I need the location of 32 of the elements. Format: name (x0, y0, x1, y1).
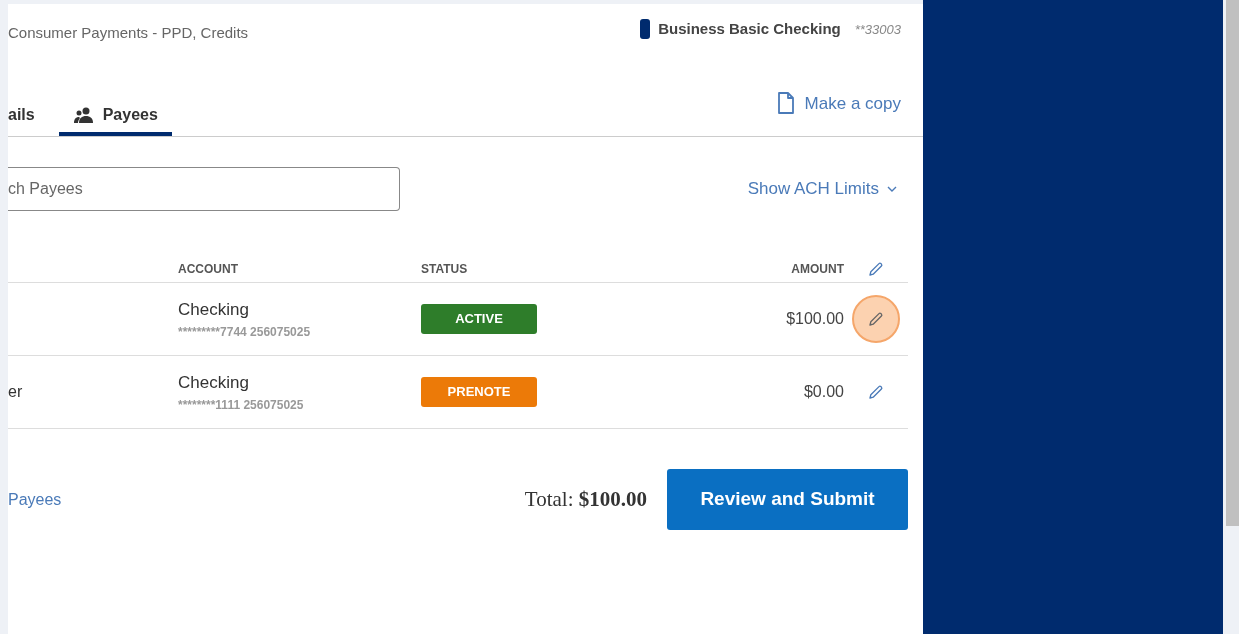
people-icon (72, 107, 95, 123)
status-badge: ACTIVE (421, 304, 537, 334)
column-header: AMOUNT (790, 260, 844, 278)
payee-name: er (8, 383, 23, 400)
template-subtitle: Consumer Payments - PPD, Credits (8, 23, 249, 43)
column-header: STATUS (421, 260, 469, 278)
search-field[interactable]: ch Payees (8, 167, 400, 211)
scrollbar-thumb[interactable] (1226, 0, 1239, 526)
account-number: ********1111 256075025 (178, 396, 305, 414)
edit-button[interactable] (852, 295, 900, 343)
document-icon (776, 92, 795, 115)
payees-link[interactable]: Payees (8, 487, 62, 512)
review-and-submit-button[interactable]: Review and Submit (667, 469, 908, 530)
account-type: Checking (178, 372, 250, 395)
pencil-icon (868, 311, 884, 327)
account-color-marker (640, 19, 651, 40)
status-badge: PRENOTE (421, 377, 537, 407)
edit-all-icon (868, 260, 884, 277)
tab[interactable]: Payees (58, 98, 172, 136)
pencil-icon (868, 384, 884, 400)
chevron-down-icon (887, 185, 897, 193)
column-header: ACCOUNT (178, 260, 239, 278)
amount: $100.00 (785, 309, 844, 329)
account-number: *********7744 256075025 (178, 323, 312, 341)
account-number: **33003 (854, 20, 901, 39)
account-type: Checking (178, 299, 250, 322)
account-name: Business Basic Checking (658, 19, 841, 39)
make-copy-link[interactable]: Make a copy (776, 90, 901, 116)
total-label: Total: $100.00 (524, 485, 647, 513)
amount: $0.00 (802, 382, 844, 402)
show-ach-limits-dropdown[interactable]: Show ACH Limits (747, 176, 897, 202)
tab[interactable]: ails (8, 98, 35, 136)
